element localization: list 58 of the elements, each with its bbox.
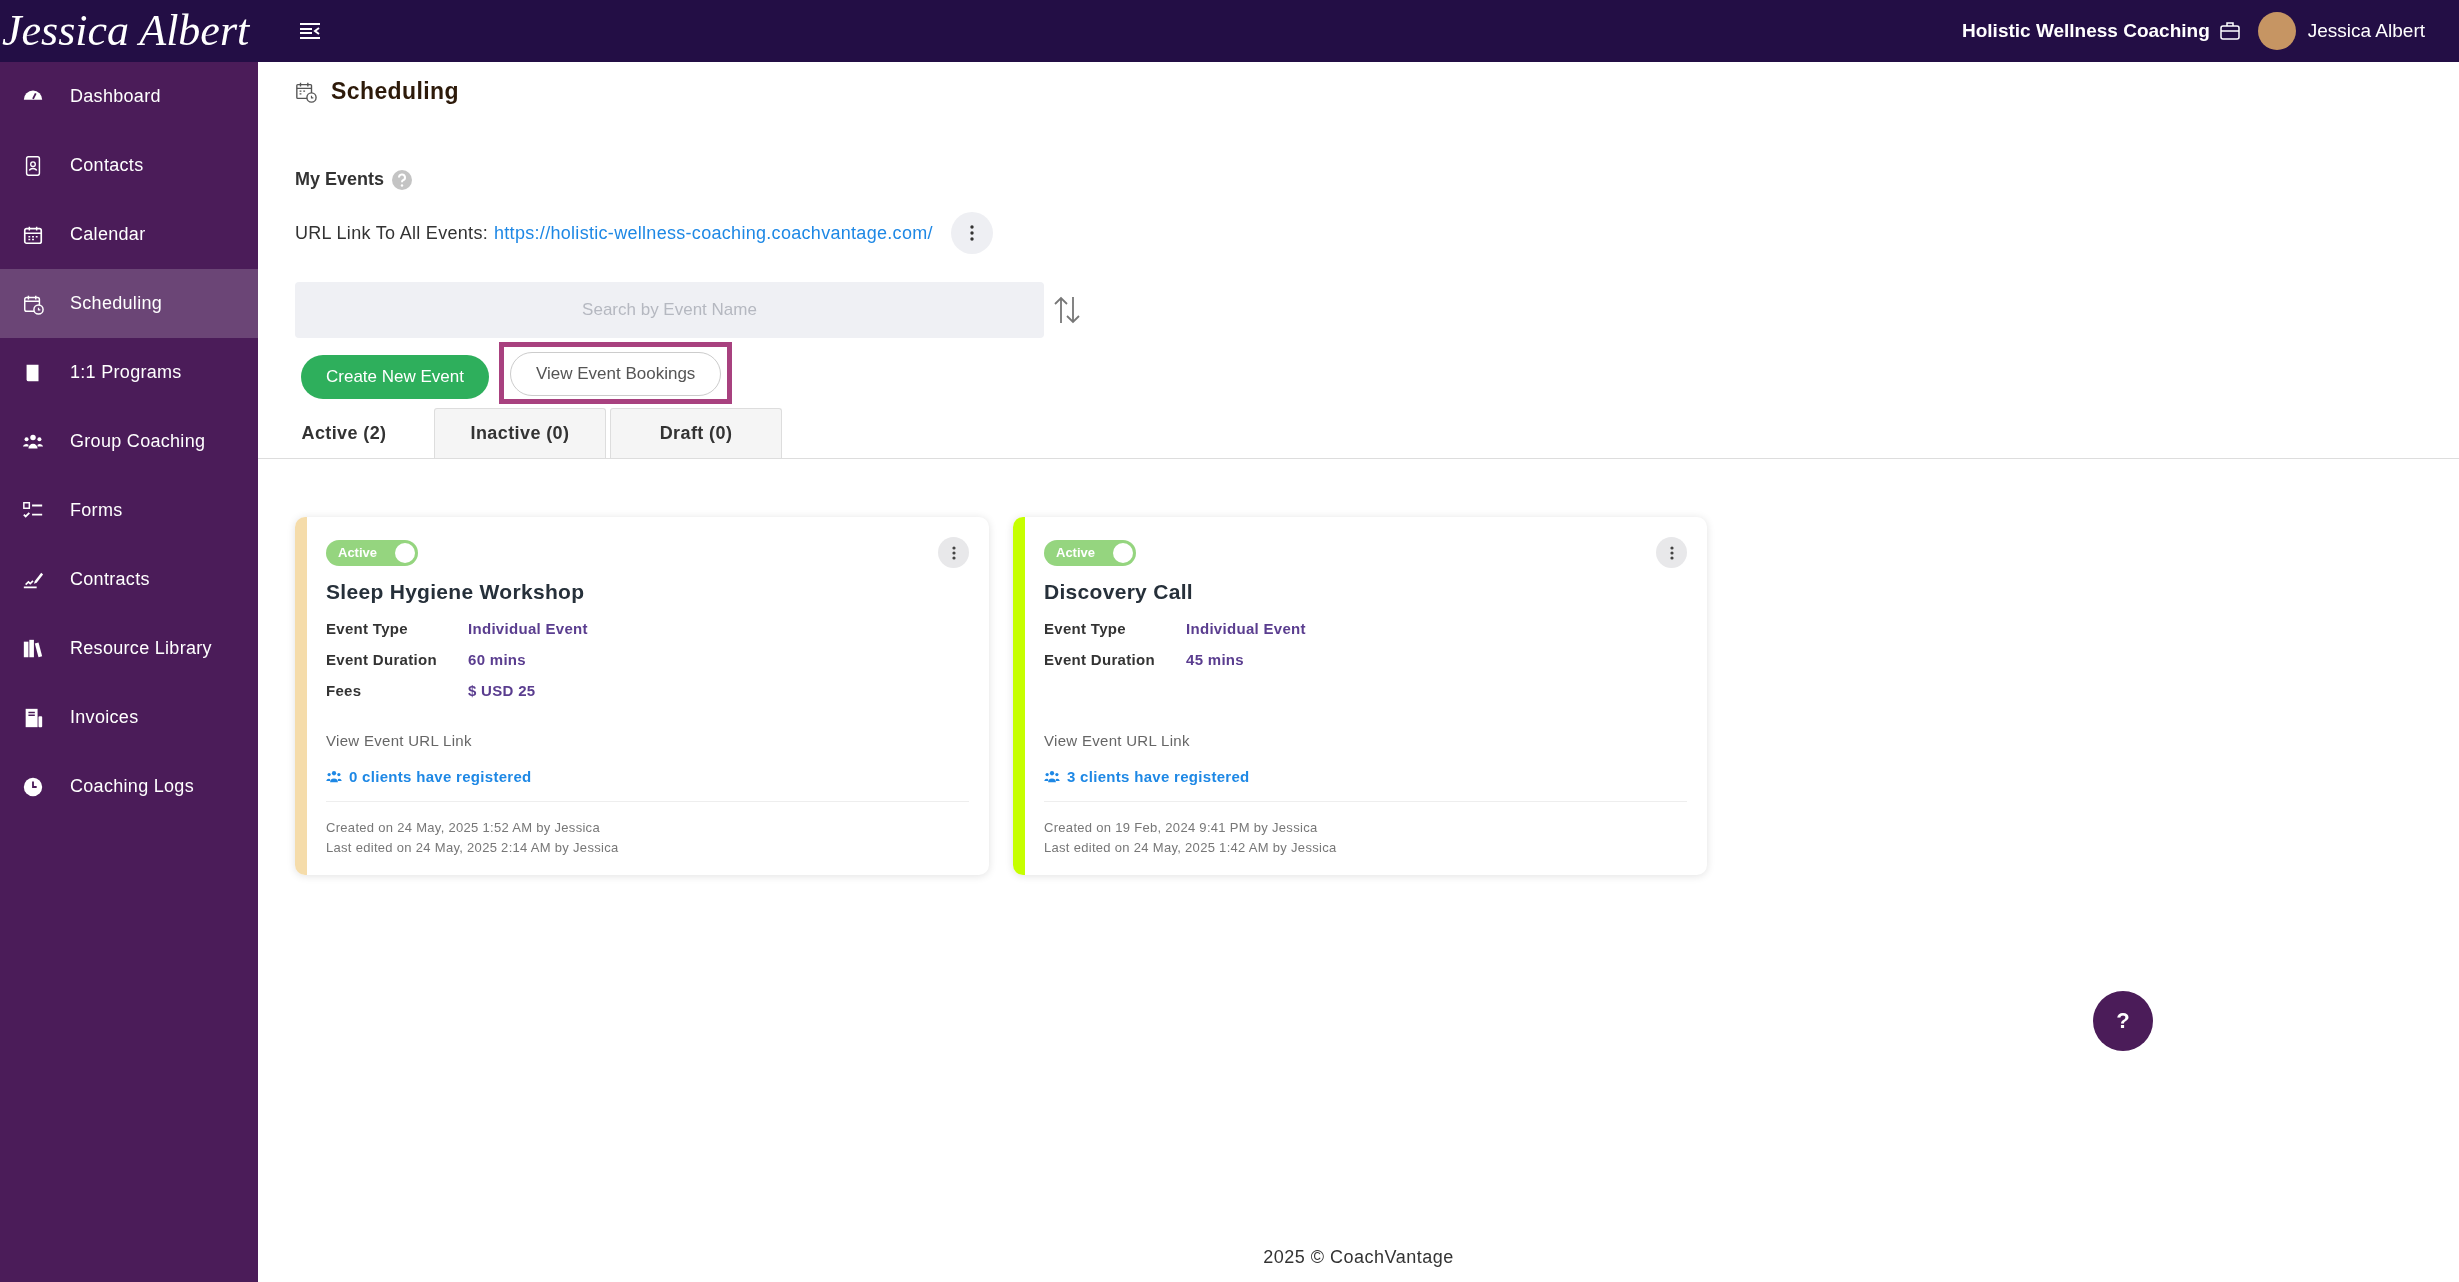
field-label: Fees xyxy=(326,682,363,699)
help-button[interactable]: ? xyxy=(2093,991,2153,1051)
sidebar-item[interactable]: Coaching Logs xyxy=(0,752,258,821)
sidebar-item[interactable]: Contacts xyxy=(0,131,258,200)
more-button[interactable] xyxy=(1656,537,1687,568)
logo: Jessica Albert xyxy=(1,5,251,58)
sidebar-item[interactable]: Dashboard xyxy=(0,62,258,131)
events-url-link[interactable]: https://holistic-wellness-coaching.coachvantage.com/ xyxy=(494,222,933,244)
registrations-link[interactable]: 3 clients have registered xyxy=(1067,768,1250,785)
business-name: Holistic Wellness Coaching xyxy=(1962,20,2210,42)
briefcase-icon[interactable] xyxy=(2219,22,2240,40)
page-title: Scheduling xyxy=(331,78,459,105)
sidebar-item[interactable]: 1:1 Programs xyxy=(0,338,258,407)
group-icon xyxy=(326,770,342,783)
sidebar-item[interactable]: Contracts xyxy=(0,545,258,614)
field-value: $ USD 25 xyxy=(468,682,537,699)
field-value: Individual Event xyxy=(468,620,589,637)
field-value: 60 mins xyxy=(468,651,527,668)
edited-text: Last edited on 24 May, 2025 1:42 AM by Jessica xyxy=(1044,839,1338,857)
event-title: Discovery Call xyxy=(1044,580,1194,604)
view-bookings-button[interactable]: View Event Bookings xyxy=(509,352,722,396)
sidebar-item[interactable]: Resource Library xyxy=(0,614,258,683)
group-icon xyxy=(1044,770,1060,783)
user-name[interactable]: Jessica Albert xyxy=(2307,20,2425,42)
event-url-link[interactable]: View Event URL Link xyxy=(1044,732,1687,749)
books-icon xyxy=(22,637,44,660)
field-label: Event Duration xyxy=(326,651,438,668)
menu-icon[interactable] xyxy=(299,22,322,40)
created-text: Created on 24 May, 2025 1:52 AM by Jessica xyxy=(326,819,601,837)
event-url-link[interactable]: View Event URL Link xyxy=(326,732,969,749)
sidebar-item[interactable]: Invoices xyxy=(0,683,258,752)
field-value: 45 mins xyxy=(1186,651,1245,668)
url-label: URL Link To All Events: xyxy=(295,222,488,244)
calendar-clock-icon xyxy=(295,80,317,103)
field-label: Event Duration xyxy=(1044,651,1156,668)
field-label: Event Type xyxy=(1044,620,1127,637)
edited-text: Last edited on 24 May, 2025 2:14 AM by Jessica xyxy=(326,839,620,857)
more-icon xyxy=(1669,545,1674,560)
search-field[interactable]: Search by Event Name xyxy=(295,282,1044,338)
more-icon xyxy=(969,225,974,241)
registrations-link[interactable]: 0 clients have registered xyxy=(349,768,532,785)
more-button[interactable] xyxy=(938,537,969,568)
sidebar-item[interactable]: Scheduling xyxy=(0,269,258,338)
clock-icon xyxy=(22,775,44,798)
event-title: Sleep Hygiene Workshop xyxy=(326,580,586,604)
tab[interactable]: Draft (0) xyxy=(610,408,782,458)
sidebar-item[interactable]: Forms xyxy=(0,476,258,545)
user-avatar[interactable] xyxy=(2257,12,2296,50)
sidebar-item[interactable]: Group Coaching xyxy=(0,407,258,476)
field-label: Event Type xyxy=(326,620,409,637)
more-icon xyxy=(951,545,956,560)
sort-icon[interactable] xyxy=(1052,295,1082,325)
created-text: Created on 19 Feb, 2024 9:41 PM by Jessica xyxy=(1044,819,1319,837)
field-value: Individual Event xyxy=(1186,620,1307,637)
sidebar-item[interactable]: Calendar xyxy=(0,200,258,269)
footer-text: 2025 © CoachVantage xyxy=(1262,1247,1455,1269)
tab[interactable]: Inactive (0) xyxy=(434,408,606,458)
section-title: My Events xyxy=(295,169,385,190)
